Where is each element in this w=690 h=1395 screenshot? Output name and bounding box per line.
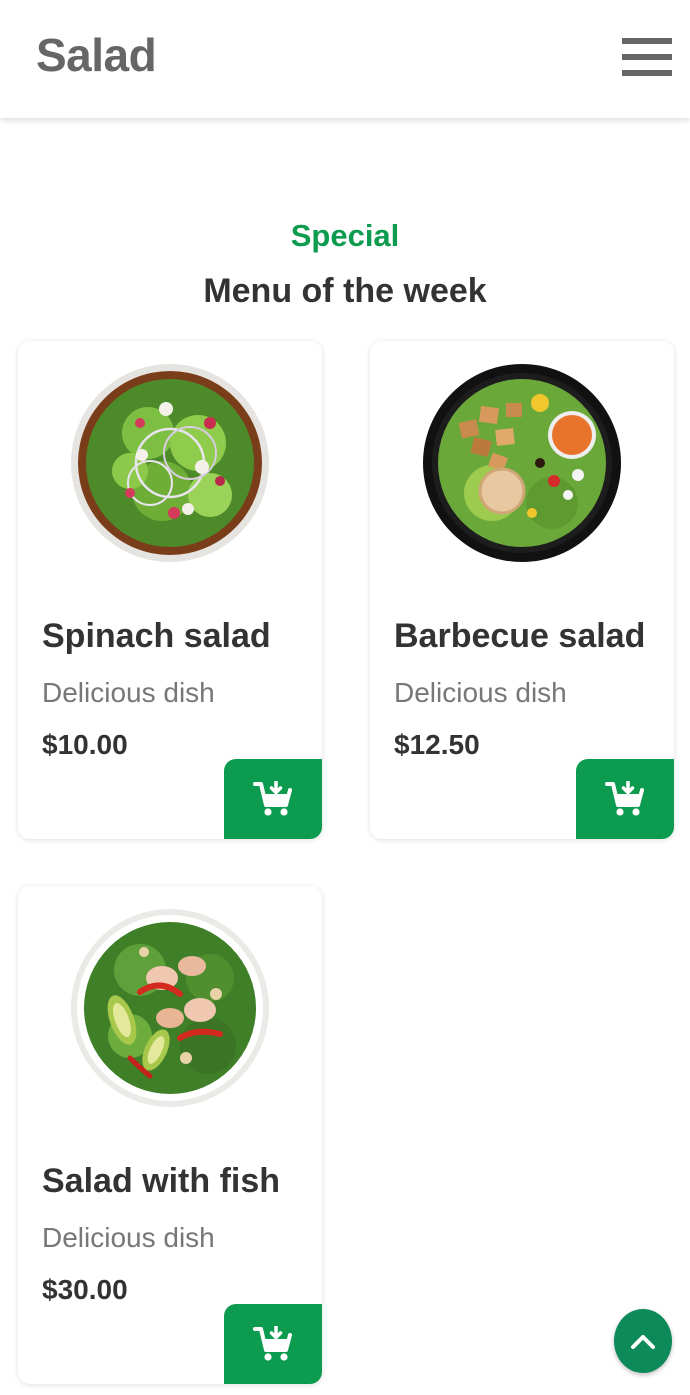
add-to-cart-button[interactable] xyxy=(224,759,322,839)
fish-salad-image xyxy=(71,909,269,1107)
header: Salad xyxy=(0,0,690,118)
add-to-cart-button[interactable] xyxy=(576,759,674,839)
product-name: Barbecue salad xyxy=(394,617,646,655)
product-price: $30.00 xyxy=(42,1274,128,1305)
logo[interactable]: Salad xyxy=(36,28,157,82)
section-title: Menu of the week xyxy=(203,272,487,310)
product-card-barbecue-salad: Barbecue salad Delicious dish $12.50 xyxy=(370,341,674,839)
product-description: Delicious dish xyxy=(42,677,215,708)
add-to-cart-button[interactable] xyxy=(224,1304,322,1384)
chevron-up-icon xyxy=(631,1335,655,1349)
product-price: $10.00 xyxy=(42,729,128,760)
product-name: Spinach salad xyxy=(42,617,271,655)
add-to-cart-icon xyxy=(605,781,644,816)
spinach-salad-image xyxy=(71,364,269,562)
product-card-salad-with-fish: Salad with fish Delicious dish $30.00 xyxy=(18,886,322,1384)
product-description: Delicious dish xyxy=(394,677,567,708)
product-name: Salad with fish xyxy=(42,1162,281,1200)
barbecue-salad-image xyxy=(423,364,621,562)
product-description: Delicious dish xyxy=(42,1222,215,1253)
scroll-to-top-button[interactable] xyxy=(614,1309,672,1373)
add-to-cart-icon xyxy=(253,1326,292,1361)
add-to-cart-icon xyxy=(253,781,292,816)
hamburger-menu-icon[interactable] xyxy=(620,36,674,78)
section-subtitle: Special xyxy=(290,218,400,253)
product-card-spinach-salad: Spinach salad Delicious dish $10.00 xyxy=(18,341,322,839)
product-price: $12.50 xyxy=(394,729,480,760)
